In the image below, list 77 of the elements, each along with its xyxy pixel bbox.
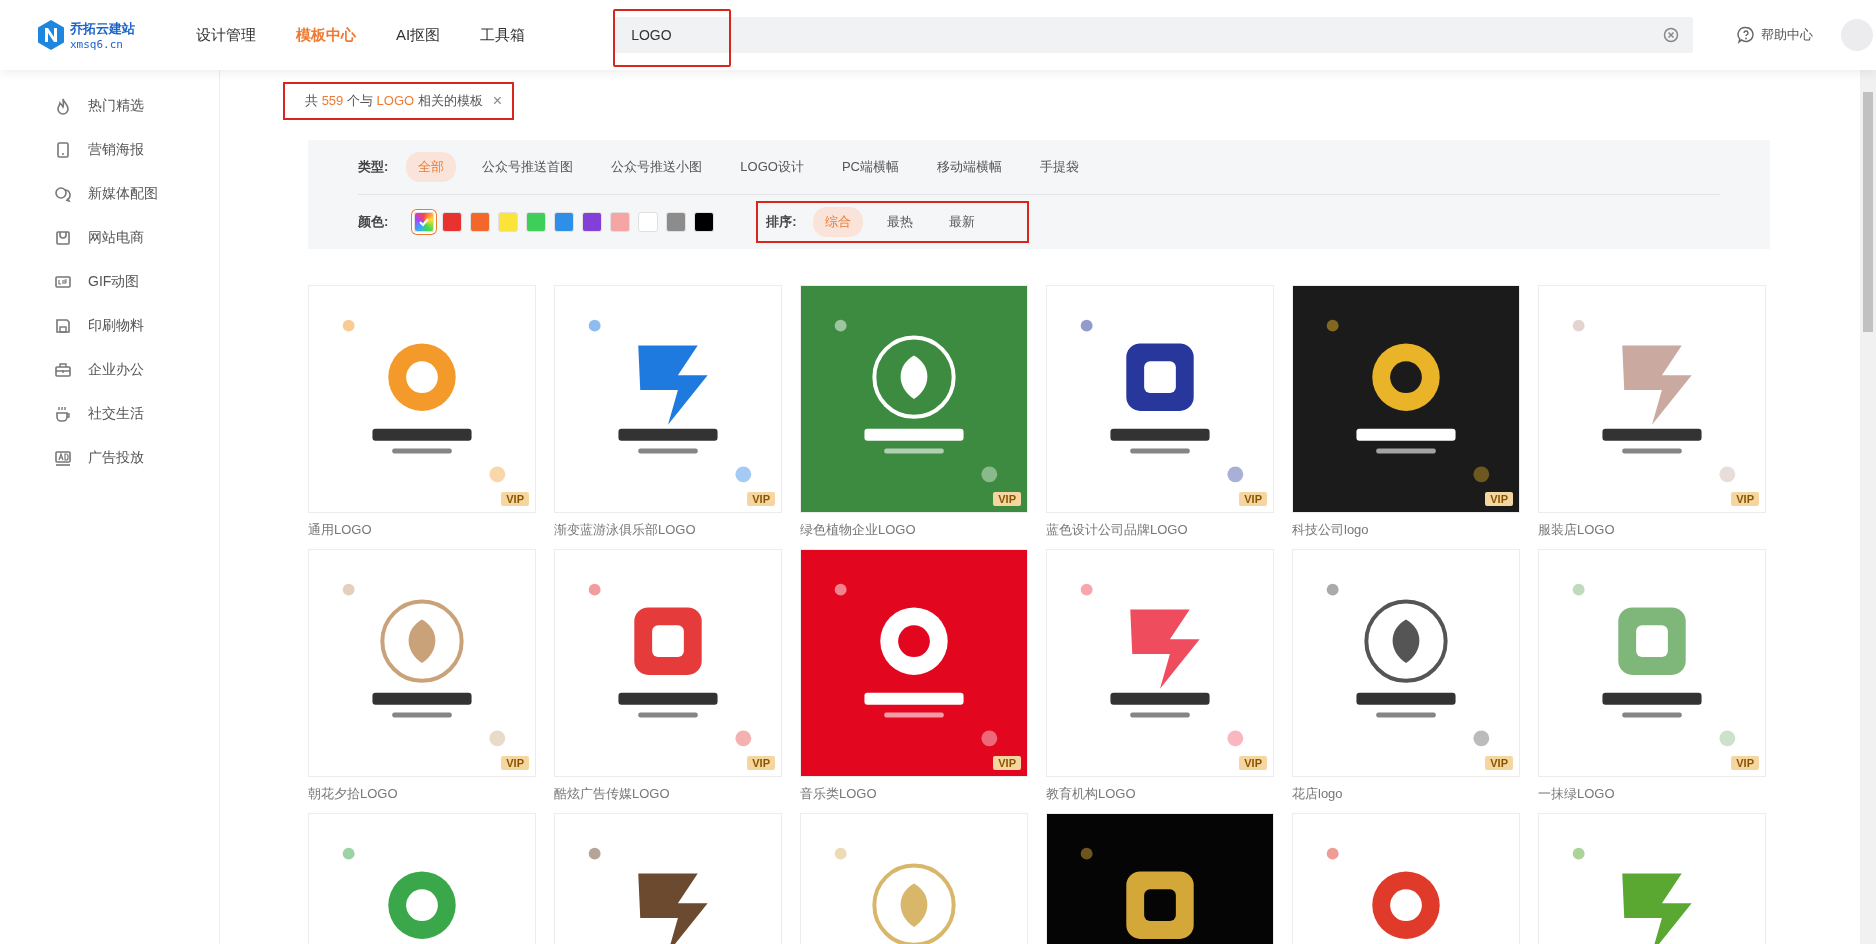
vip-badge: VIP bbox=[747, 492, 775, 506]
vip-badge: VIP bbox=[1485, 492, 1513, 506]
sidebar-item[interactable]: 网站电商 bbox=[88, 229, 144, 247]
sidebar-item[interactable]: 新媒体配图 bbox=[88, 185, 158, 203]
sidebar-item[interactable]: 广告投放 bbox=[88, 449, 144, 467]
vip-badge: VIP bbox=[1239, 492, 1267, 506]
sort-option[interactable]: 最热 bbox=[874, 207, 925, 237]
sidebar-item[interactable]: 热门精选 bbox=[88, 97, 144, 115]
template-title[interactable]: 蓝色设计公司品牌LOGO bbox=[1046, 521, 1274, 537]
sort-option[interactable]: 最新 bbox=[936, 207, 987, 237]
sidebar-item[interactable]: 印刷物料 bbox=[88, 317, 144, 335]
template-title[interactable]: 朝花夕拾LOGO bbox=[308, 785, 536, 801]
brand-domain: xmsq6.cn bbox=[70, 37, 124, 51]
help-link[interactable]: 帮助中心 bbox=[1761, 26, 1814, 44]
vip-badge: VIP bbox=[1731, 756, 1759, 770]
template-title[interactable]: 服装店LOGO bbox=[1538, 521, 1766, 537]
vip-badge: VIP bbox=[501, 492, 529, 506]
color-swatch[interactable] bbox=[610, 212, 631, 232]
all-colors-swatch[interactable] bbox=[414, 212, 435, 232]
nav-tab[interactable]: 工具箱 bbox=[480, 25, 526, 45]
vip-badge: VIP bbox=[1731, 492, 1759, 506]
phone-icon bbox=[54, 141, 72, 159]
type-chip[interactable]: 手提袋 bbox=[1028, 152, 1091, 182]
filter-label: 颜色: bbox=[358, 213, 389, 231]
nav-tab[interactable]: AI抠图 bbox=[396, 25, 441, 45]
vip-badge: VIP bbox=[993, 756, 1021, 770]
floppy-icon bbox=[54, 317, 72, 335]
color-swatch[interactable] bbox=[694, 212, 715, 232]
template-title[interactable]: 渐变蓝游泳俱乐部LOGO bbox=[554, 521, 782, 537]
vip-badge: VIP bbox=[501, 756, 529, 770]
template-title[interactable]: 一抹绿LOGO bbox=[1538, 785, 1766, 801]
template-title[interactable]: 通用LOGO bbox=[308, 521, 536, 537]
color-swatch[interactable] bbox=[638, 212, 659, 232]
gif-icon bbox=[54, 273, 72, 291]
type-chip[interactable]: LOGO设计 bbox=[728, 152, 816, 182]
brand-name: 乔拓云建站 bbox=[70, 19, 135, 38]
clear-icon[interactable] bbox=[1663, 27, 1680, 43]
type-chip[interactable]: 公众号推送小图 bbox=[599, 152, 715, 182]
filter-label: 类型: bbox=[358, 158, 389, 176]
type-chip[interactable]: 公众号推送首图 bbox=[470, 152, 586, 182]
template-title[interactable]: 绿色植物企业LOGO bbox=[800, 521, 1028, 537]
template-title[interactable]: 音乐类LOGO bbox=[800, 785, 1028, 801]
search-field[interactable]: LOGO bbox=[615, 17, 1694, 53]
sort-label: 排序: bbox=[766, 213, 797, 231]
color-swatch[interactable] bbox=[554, 212, 575, 232]
color-swatch[interactable] bbox=[526, 212, 547, 232]
vip-badge: VIP bbox=[1485, 756, 1513, 770]
sidebar-item[interactable]: 社交生活 bbox=[88, 405, 144, 423]
sidebar-item[interactable]: 企业办公 bbox=[88, 361, 144, 379]
template-title[interactable]: 教育机构LOGO bbox=[1046, 785, 1274, 801]
sidebar-item[interactable]: GIF动图 bbox=[88, 273, 140, 291]
bag-icon bbox=[54, 229, 72, 247]
type-chip[interactable]: PC端横幅 bbox=[829, 152, 911, 182]
scrollbar[interactable] bbox=[1860, 70, 1876, 944]
logo-icon bbox=[36, 19, 66, 51]
briefcase-icon bbox=[54, 361, 72, 379]
type-chip[interactable]: 移动端横幅 bbox=[925, 152, 1014, 182]
vip-badge: VIP bbox=[1239, 756, 1267, 770]
vip-badge: VIP bbox=[993, 492, 1021, 506]
flame-icon bbox=[54, 97, 72, 115]
cup-icon bbox=[54, 405, 72, 423]
template-title[interactable]: 科技公司logo bbox=[1292, 521, 1520, 537]
vip-badge: VIP bbox=[747, 756, 775, 770]
nav-tab[interactable]: 设计管理 bbox=[196, 25, 256, 45]
color-swatch[interactable] bbox=[442, 212, 463, 232]
chat-icon bbox=[54, 185, 72, 203]
sidebar-item[interactable]: 营销海报 bbox=[88, 141, 144, 159]
color-swatch[interactable] bbox=[498, 212, 519, 232]
template-title[interactable]: 花店logo bbox=[1292, 785, 1520, 801]
color-swatch[interactable] bbox=[666, 212, 687, 232]
help-icon[interactable] bbox=[1737, 26, 1756, 44]
close-button[interactable]: × bbox=[492, 92, 503, 110]
template-title[interactable]: 酷炫广告传媒LOGO bbox=[554, 785, 782, 801]
color-swatch[interactable] bbox=[582, 212, 603, 232]
ad-icon bbox=[54, 449, 72, 467]
result-summary: 共 559 个与 LOGO 相关的模板 bbox=[305, 92, 483, 110]
color-swatch[interactable] bbox=[470, 212, 491, 232]
